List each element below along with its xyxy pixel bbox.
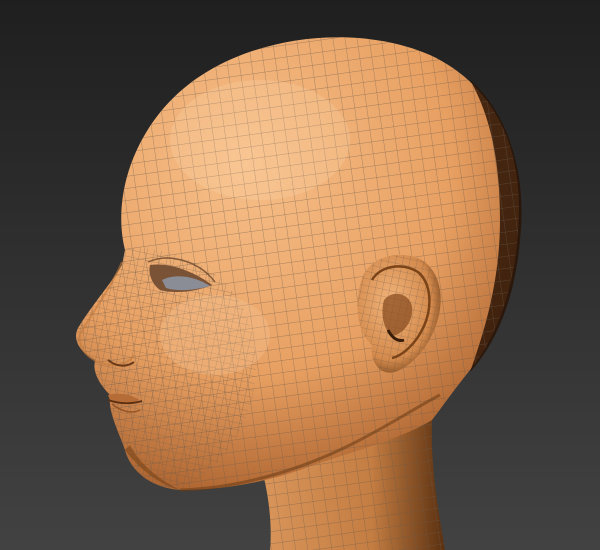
3d-viewport[interactable]	[0, 0, 600, 550]
forehead-highlight	[170, 80, 350, 200]
viewport-canvas[interactable]	[0, 0, 600, 550]
cheek-highlight	[160, 295, 270, 375]
